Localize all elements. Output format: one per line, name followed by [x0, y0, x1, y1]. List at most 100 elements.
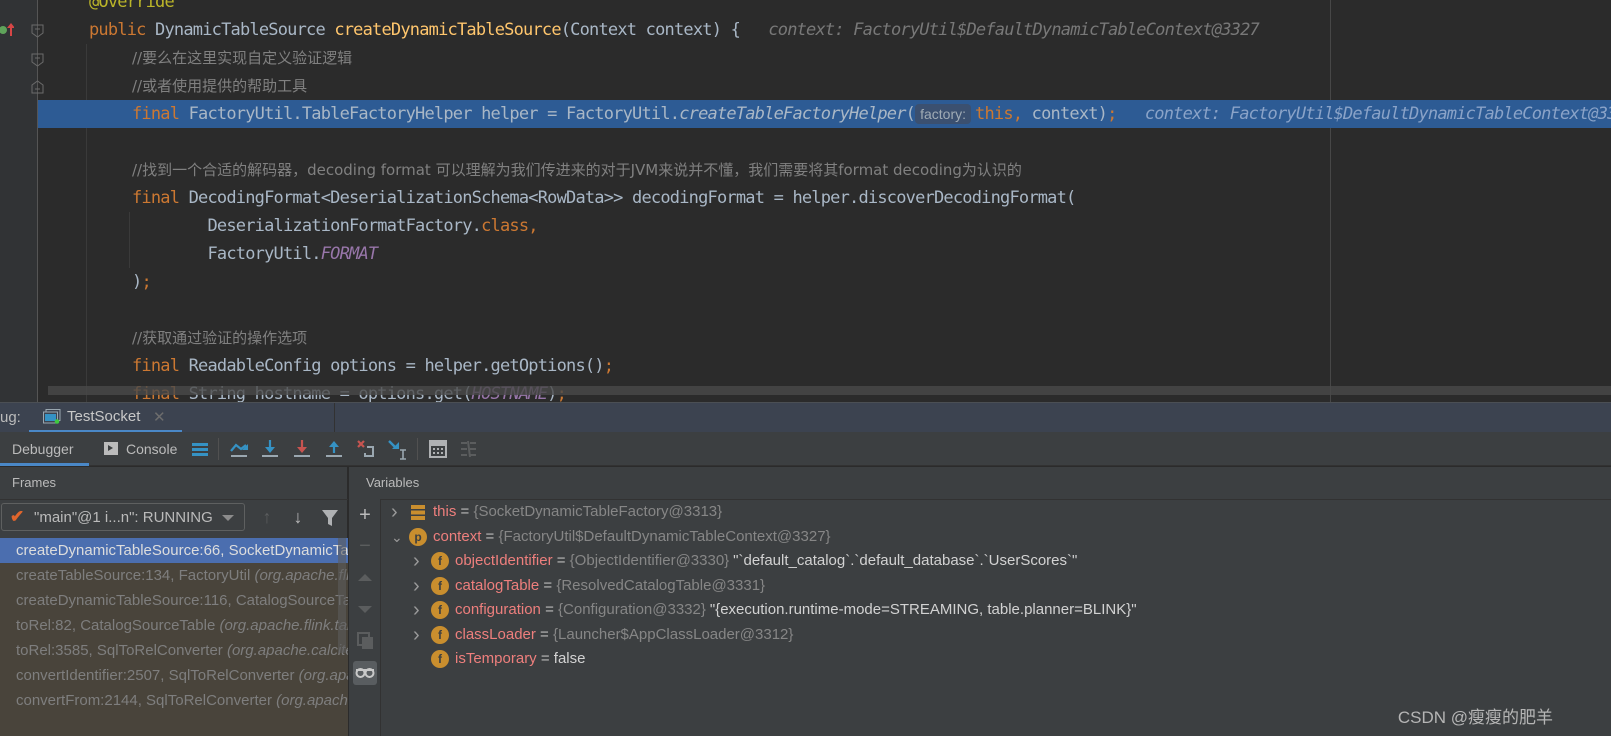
code-line[interactable]: DeserializationFormatFactory.class,: [38, 212, 1611, 240]
equals-sign: =: [540, 601, 559, 618]
code-token: (Context context) {: [560, 20, 741, 40]
code-line[interactable]: FactoryUtil.FORMAT: [38, 240, 1611, 268]
chevron-right-icon[interactable]: ›: [391, 500, 403, 524]
filter-icon[interactable]: [320, 508, 340, 528]
variable-type: {FactoryUtil$DefaultDynamicTableContext@…: [498, 527, 831, 545]
variable-value: false: [553, 650, 586, 667]
duplicate-watch-icon[interactable]: [353, 628, 377, 652]
code-token: final: [132, 188, 189, 208]
frame-package: (org.apache.calcite): [298, 667, 348, 684]
frame-row[interactable]: toRel:3585, SqlToRelConverter (org.apach…: [0, 638, 348, 663]
previous-frame-arrow-icon[interactable]: ↑: [257, 507, 277, 527]
code-line[interactable]: //获取通过验证的操作选项: [38, 324, 1611, 352]
run-to-cursor-icon[interactable]: [387, 438, 409, 460]
show-watches-glasses-icon[interactable]: [353, 661, 377, 685]
execution-point-line[interactable]: final FactoryUtil.TableFactoryHelper hel…: [38, 100, 1611, 128]
debug-toolwindow-label: ug:: [0, 409, 21, 426]
code-token: public: [89, 20, 156, 40]
code-token: final: [132, 356, 189, 376]
console-icon: [104, 442, 118, 455]
code-line[interactable]: public DynamicTableSource createDynamicT…: [38, 16, 1611, 44]
code-line[interactable]: //或者使用提供的帮助工具: [38, 72, 1611, 100]
frame-method: convertFrom:2144, SqlToRelConverter: [16, 692, 277, 709]
inline-debug-value-hint: context: FactoryUtil$DefaultDynamicTable…: [740, 20, 1259, 40]
remove-watch-minus-icon[interactable]: −: [353, 534, 377, 558]
force-step-into-icon[interactable]: [291, 438, 313, 460]
chevron-right-icon[interactable]: ›: [413, 598, 425, 622]
frames-scrollbar[interactable]: [338, 538, 346, 653]
next-frame-arrow-icon[interactable]: ↓: [288, 507, 308, 527]
show-execution-point-icon[interactable]: [189, 438, 211, 460]
code-line[interactable]: );: [38, 268, 1611, 296]
divider: [334, 403, 335, 433]
frame-row[interactable]: convertFrom:2144, SqlToRelConverter (org…: [0, 688, 348, 713]
move-up-icon[interactable]: [353, 566, 377, 590]
drop-frame-icon[interactable]: [355, 438, 377, 460]
variable-type: {ObjectIdentifier@3330}: [569, 552, 730, 569]
equals-sign: =: [456, 503, 474, 520]
chevron-right-icon[interactable]: ›: [413, 623, 425, 647]
trace-stream-chain-icon[interactable]: [458, 438, 480, 460]
tab-console[interactable]: Console: [104, 432, 177, 466]
thread-selector[interactable]: ✔ "main"@1 i...n": RUNNING: [1, 503, 245, 531]
code-line[interactable]: final ReadableConfig options = helper.ge…: [38, 352, 1611, 380]
frame-method: createTableSource:134, FactoryUtil: [16, 567, 255, 584]
code-token: //或者使用提供的帮助工具: [132, 77, 308, 95]
variable-row[interactable]: ⌄ p context = {FactoryUtil$DefaultDynamicT…: [349, 525, 1611, 549]
code-token: ;: [1107, 104, 1117, 124]
chevron-right-icon[interactable]: ›: [413, 549, 425, 573]
frame-row[interactable]: createDynamicTableSource:66, SocketDynam…: [0, 538, 348, 563]
close-tab-icon[interactable]: ✕: [153, 408, 166, 426]
step-out-icon[interactable]: [323, 438, 345, 460]
chevron-right-icon[interactable]: ›: [413, 574, 425, 598]
code-line[interactable]: //找到一个合适的解码器，decoding format 可以理解为我们传进来的…: [38, 156, 1611, 184]
debug-session-tab[interactable]: TestSocket ✕: [29, 403, 182, 433]
field-icon: f: [431, 601, 449, 619]
field-icon: f: [431, 576, 449, 595]
code-token: class: [481, 216, 529, 236]
variable-row[interactable]: › f catalogTable = {ResolvedCatalogTable@3…: [349, 574, 1611, 598]
field-icon: f: [431, 650, 449, 668]
code-line[interactable]: final DecodingFormat<DeserializationSche…: [38, 184, 1611, 212]
frame-row[interactable]: convertIdentifier:2507, SqlToRelConverte…: [0, 663, 348, 688]
code-line[interactable]: [38, 128, 1611, 156]
evaluate-expression-icon[interactable]: [427, 438, 449, 460]
frame-row[interactable]: createDynamicTableSource:116, CatalogSou…: [0, 588, 348, 613]
tab-debugger-label: Debugger: [12, 441, 74, 457]
variable-row[interactable]: › f objectIdentifier = {ObjectIdentifier@3…: [349, 549, 1611, 573]
frame-method: toRel:3585, SqlToRelConverter: [16, 642, 227, 659]
code-line[interactable]: [38, 296, 1611, 324]
new-watch-plus-icon[interactable]: +: [353, 503, 377, 527]
code-token: FactoryUtil.TableFactoryHelper helper = …: [188, 104, 680, 124]
frame-row[interactable]: toRel:82, CatalogSourceTable (org.apache…: [0, 613, 348, 638]
frames-title: Frames: [12, 475, 57, 490]
move-down-icon[interactable]: [353, 597, 377, 621]
step-into-icon[interactable]: [259, 438, 281, 460]
code-token: ,: [1012, 104, 1032, 124]
variables-panel: Variables › this = {SocketDynamicTableFac…: [349, 467, 1611, 736]
variable-name: isTemporary: [455, 650, 537, 667]
field-icon: f: [431, 552, 449, 570]
code-editor[interactable]: @Override public DynamicTableSource creat…: [0, 0, 1611, 402]
variable-type: {Launcher$AppClassLoader@3312}: [553, 625, 794, 643]
frames-list[interactable]: createDynamicTableSource:66, SocketDynam…: [0, 538, 348, 736]
horizontal-scrollbar[interactable]: [48, 386, 1611, 395]
frame-row[interactable]: createTableSource:134, FactoryUtil (org.…: [0, 563, 348, 588]
code-line[interactable]: //要么在这里实现自定义验证逻辑: [38, 44, 1611, 72]
variable-type: {SocketDynamicTableFactory@3313}: [473, 503, 723, 520]
variable-row[interactable]: › this = {SocketDynamicTableFactory@3313}: [349, 500, 1611, 524]
variable-row[interactable]: › f configuration = {Configuration@3332} "{…: [349, 598, 1611, 622]
code-token: context): [1031, 104, 1108, 124]
variable-name: objectIdentifier: [455, 552, 553, 569]
variable-row[interactable]: › f classLoader = {Launcher$AppClassLoader…: [349, 623, 1611, 647]
step-over-icon[interactable]: [228, 438, 250, 460]
implements-method-icon[interactable]: [0, 22, 14, 38]
code-token: DeserializationFormatFactory.: [132, 216, 482, 236]
code-token: @Override: [89, 0, 175, 12]
code-line[interactable]: @Override: [38, 0, 1611, 16]
tab-debugger[interactable]: Debugger: [0, 432, 89, 466]
chevron-down-icon[interactable]: ⌄: [391, 525, 403, 549]
debug-toolwindow-header: ug: TestSocket ✕: [0, 402, 1611, 433]
session-tab-label: TestSocket: [67, 408, 141, 425]
variable-row[interactable]: f isTemporary = false: [349, 647, 1611, 671]
